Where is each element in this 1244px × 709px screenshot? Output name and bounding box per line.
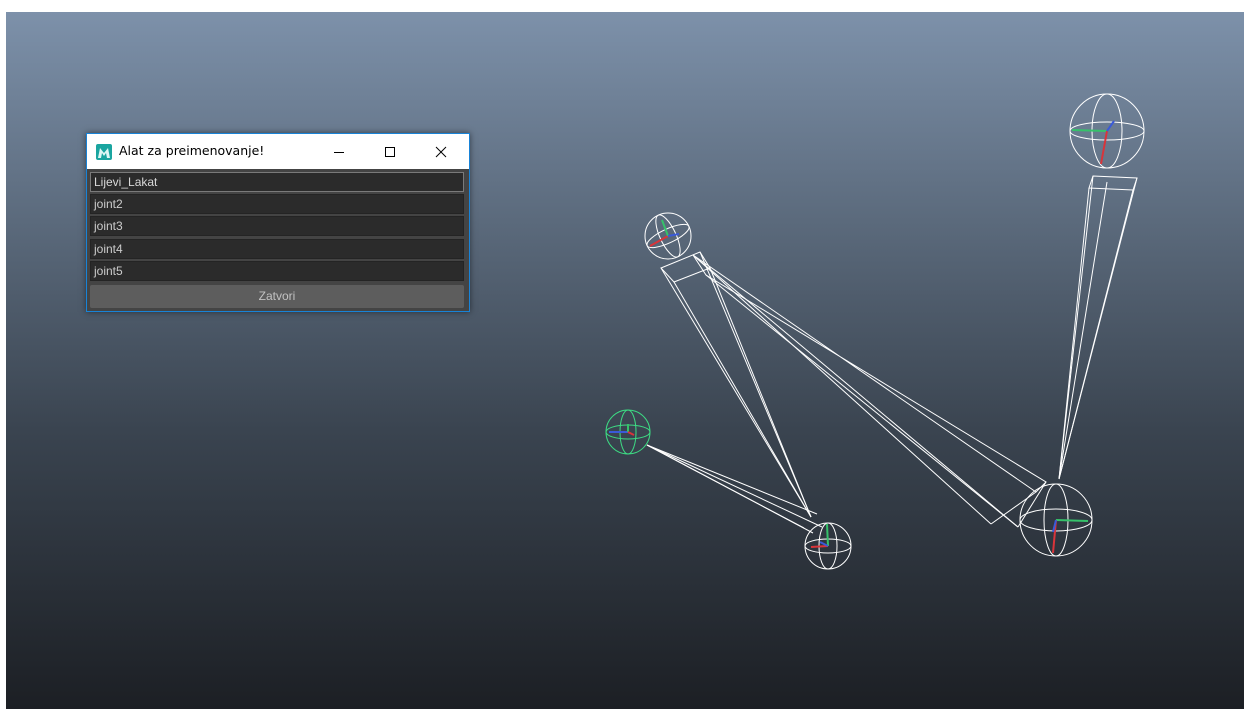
joint-shoulder[interactable] (1019, 483, 1093, 557)
joint-name-field-2[interactable]: joint2 (90, 194, 464, 214)
joint-name-field-5[interactable]: joint5 (90, 261, 464, 281)
maximize-icon (385, 146, 395, 157)
maximize-button[interactable] (367, 134, 413, 169)
bone-elbow-to-wrist[interactable] (660, 251, 812, 518)
joint-name-field-4[interactable]: joint4 (90, 239, 464, 259)
zatvori-button[interactable]: Zatvori (90, 285, 464, 308)
skeleton-scene[interactable] (6, 12, 1244, 709)
minimize-icon (334, 151, 344, 153)
joint-end[interactable] (605, 409, 651, 455)
close-window-button[interactable] (418, 134, 464, 169)
close-icon (435, 146, 447, 157)
joint-elbow[interactable] (644, 212, 692, 260)
joint-name-field-1[interactable]: Lijevi_Lakat (90, 172, 464, 192)
joint-root[interactable] (1069, 93, 1145, 169)
3d-viewport[interactable]: Alat za preimenovanje! Lijevi_Lakat join… (6, 12, 1244, 709)
minimize-button[interactable] (316, 134, 362, 169)
bone-elbow-to-shoulder[interactable] (692, 254, 1047, 528)
maya-app-icon (96, 144, 112, 160)
rename-tool-window[interactable]: Alat za preimenovanje! Lijevi_Lakat join… (86, 133, 470, 312)
joint-wrist[interactable] (804, 522, 852, 570)
window-titlebar[interactable]: Alat za preimenovanje! (87, 134, 469, 169)
bone-root-to-shoulder[interactable] (1058, 175, 1138, 480)
bone-end-to-wrist[interactable] (646, 444, 823, 534)
joint-name-field-3[interactable]: joint3 (90, 216, 464, 236)
window-title: Alat za preimenovanje! (119, 143, 265, 158)
